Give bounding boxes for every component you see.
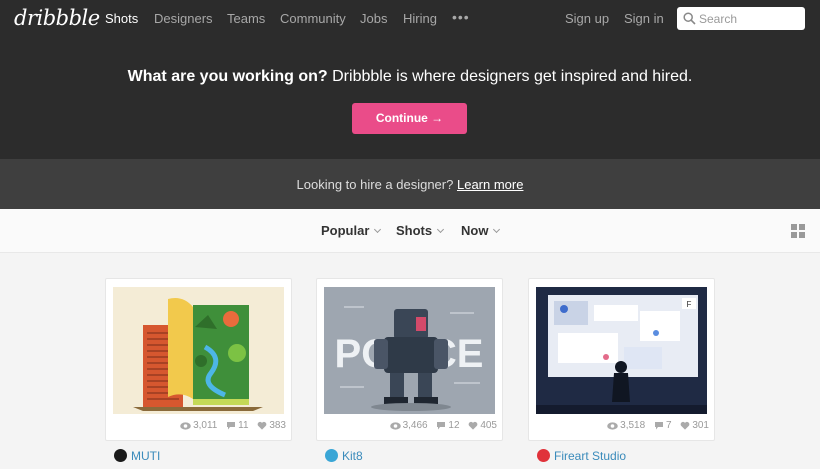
avatar (537, 449, 550, 462)
heart-icon (680, 421, 690, 430)
comments-stat[interactable]: 12 (436, 420, 460, 431)
nav-hiring[interactable]: Hiring (403, 11, 437, 26)
shot-card[interactable]: F 3,518 7 301 (528, 278, 715, 441)
comments-stat[interactable]: 11 (226, 420, 249, 431)
shot-thumbnail[interactable] (113, 287, 284, 414)
nav-jobs[interactable]: Jobs (360, 11, 387, 26)
nav-designers[interactable]: Designers (154, 11, 213, 26)
views-stat: 3,518 (607, 420, 645, 431)
chevron-down-icon (493, 225, 501, 234)
likes-stat[interactable]: 301 (680, 420, 709, 431)
sign-in-link[interactable]: Sign in (624, 11, 664, 26)
likes-count: 405 (480, 420, 497, 431)
chevron-down-icon (437, 225, 445, 234)
likes-count: 383 (269, 420, 286, 431)
screen-badge: F (687, 300, 692, 309)
filter-time-dropdown[interactable]: Now (461, 223, 501, 238)
avatar (325, 449, 338, 462)
filter-sort-label: Popular (321, 223, 370, 238)
shot-stats: 3,518 7 301 (529, 420, 709, 431)
eye-icon (389, 422, 401, 430)
hero-banner: What are you working on? Dribbble is whe… (0, 40, 820, 159)
shot-thumbnail[interactable]: F (536, 287, 707, 414)
filter-sort-dropdown[interactable]: Popular (321, 223, 382, 238)
likes-stat[interactable]: 405 (468, 420, 497, 431)
nav-community[interactable]: Community (280, 11, 346, 26)
heart-icon (468, 421, 478, 430)
comments-count: 12 (448, 420, 460, 431)
sign-up-link[interactable]: Sign up (565, 11, 609, 26)
filter-bar: Popular Shots Now (0, 209, 820, 253)
dribbble-logo[interactable]: dribbble (14, 6, 100, 30)
comment-icon (227, 422, 236, 430)
more-menu-icon[interactable]: ••• (452, 9, 470, 25)
views-stat: 3,011 (180, 420, 217, 431)
nav-shots[interactable]: Shots (105, 11, 138, 26)
avatar (114, 449, 127, 462)
author-name: Kit8 (342, 449, 363, 463)
likes-count: 301 (692, 420, 709, 431)
learn-more-link[interactable]: Learn more (457, 177, 523, 192)
comments-count: 11 (238, 420, 249, 431)
comment-icon (437, 422, 446, 430)
shot-image-book (113, 287, 284, 414)
comments-stat[interactable]: 7 (654, 420, 672, 431)
hero-question: What are you working on? (127, 68, 328, 85)
top-nav: dribbble Shots Designers Teams Community… (0, 0, 820, 40)
shot-stats: 3,466 12 405 (317, 420, 497, 431)
shot-image-robot: POLICE (324, 287, 495, 414)
hire-strip: Looking to hire a designer? Learn more (0, 159, 820, 209)
grid-view-icon[interactable] (791, 224, 805, 238)
filter-type-dropdown[interactable]: Shots (396, 223, 445, 238)
shot-stats: 3,011 11 383 (106, 420, 286, 431)
hire-text: Looking to hire a designer? (296, 177, 454, 192)
shot-card[interactable]: 3,011 11 383 (105, 278, 292, 441)
views-stat: 3,466 (389, 420, 428, 431)
search-icon (683, 12, 696, 25)
search-input[interactable] (699, 9, 799, 28)
eye-icon (180, 422, 191, 430)
shot-author[interactable]: Kit8 (325, 449, 363, 463)
shot-image-screen: F (536, 287, 707, 414)
continue-button[interactable]: Continue → (352, 103, 467, 134)
shot-author[interactable]: Fireart Studio (537, 449, 626, 463)
author-name: MUTI (131, 449, 161, 463)
filter-time-label: Now (461, 223, 489, 238)
eye-icon (607, 422, 618, 430)
views-count: 3,466 (402, 420, 428, 431)
filter-type-label: Shots (396, 223, 433, 238)
likes-stat[interactable]: 383 (257, 420, 286, 431)
shot-author[interactable]: MUTI (114, 449, 160, 463)
comment-icon (654, 422, 663, 430)
author-name: Fireart Studio (554, 449, 627, 463)
nav-teams[interactable]: Teams (227, 11, 265, 26)
views-count: 3,011 (193, 420, 218, 431)
comments-count: 7 (665, 420, 672, 431)
chevron-down-icon (374, 225, 382, 234)
views-count: 3,518 (620, 420, 646, 431)
shot-card[interactable]: POLICE 3,466 12 405 (316, 278, 503, 441)
hero-headline: What are you working on? Dribbble is whe… (0, 68, 820, 86)
search-box[interactable] (677, 7, 805, 30)
heart-icon (257, 421, 267, 430)
hero-tagline: Dribbble is where designers get inspired… (332, 68, 693, 85)
shot-thumbnail[interactable]: POLICE (324, 287, 495, 414)
hire-message: Looking to hire a designer? Learn more (0, 177, 820, 192)
